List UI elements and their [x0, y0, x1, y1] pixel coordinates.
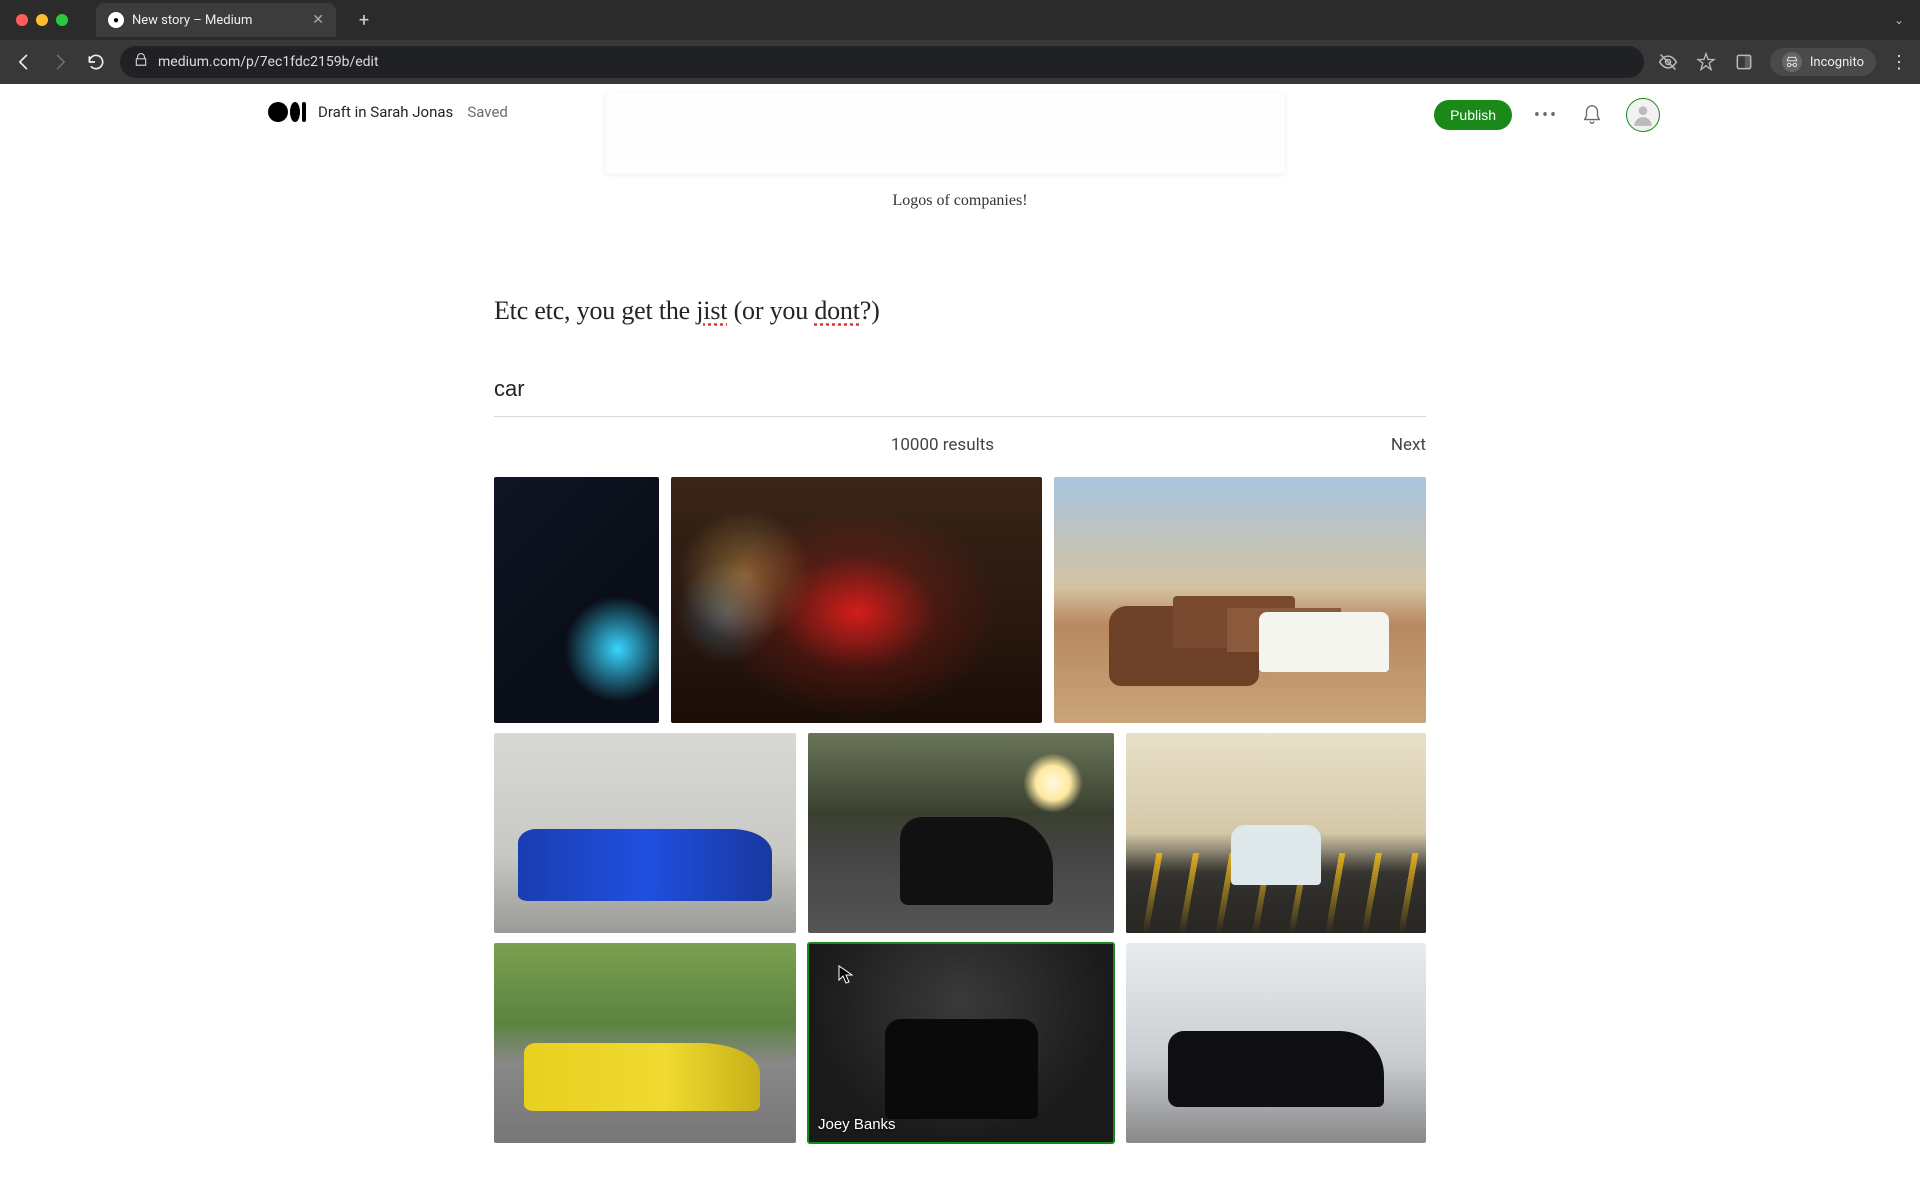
- address-bar[interactable]: medium.com/p/7ec1fdc2159b/edit: [120, 46, 1644, 78]
- gallery-image[interactable]: [1126, 733, 1426, 933]
- cursor-icon: [838, 965, 854, 985]
- tab-title: New story – Medium: [132, 13, 252, 28]
- image-gallery: Joey Banks: [494, 477, 1426, 1143]
- tabs-overflow-button[interactable]: ⌄: [1894, 13, 1904, 27]
- browser-chrome: New story – Medium ✕ + ⌄ medium.com/p/7e…: [0, 0, 1920, 84]
- extensions-icon[interactable]: [1732, 50, 1756, 74]
- gallery-image-hovered[interactable]: Joey Banks: [808, 943, 1114, 1143]
- gallery-image[interactable]: [1054, 477, 1426, 723]
- new-tab-button[interactable]: +: [350, 6, 378, 34]
- back-button[interactable]: [12, 50, 36, 74]
- forward-button[interactable]: [48, 50, 72, 74]
- title-bar: New story – Medium ✕ + ⌄: [0, 0, 1920, 40]
- incognito-badge[interactable]: Incognito: [1770, 48, 1876, 76]
- image-credit: Joey Banks: [818, 1116, 896, 1133]
- toolbar-right: Incognito ⋮: [1656, 48, 1908, 76]
- browser-tab[interactable]: New story – Medium ✕: [96, 3, 336, 37]
- lock-icon: [134, 53, 148, 71]
- bookmark-star-icon[interactable]: [1694, 50, 1718, 74]
- gallery-image[interactable]: [494, 943, 796, 1143]
- gallery-image[interactable]: [808, 733, 1114, 933]
- browser-menu-button[interactable]: ⋮: [1890, 52, 1908, 73]
- results-bar: 10000 results Next: [494, 435, 1426, 455]
- maximize-window-button[interactable]: [56, 14, 68, 26]
- tab-favicon: [108, 12, 124, 28]
- spell-error: jist: [696, 296, 727, 325]
- editor: Logos of companies! Etc etc, you get the…: [0, 84, 1920, 1143]
- gallery-image[interactable]: [671, 477, 1042, 723]
- close-window-button[interactable]: [16, 14, 28, 26]
- results-count: 10000 results: [494, 435, 1391, 455]
- next-button[interactable]: Next: [1391, 435, 1426, 455]
- reload-button[interactable]: [84, 50, 108, 74]
- window-controls: [16, 14, 68, 26]
- gallery-image[interactable]: [494, 477, 659, 723]
- browser-toolbar: medium.com/p/7ec1fdc2159b/edit Incognito…: [0, 40, 1920, 84]
- minimize-window-button[interactable]: [36, 14, 48, 26]
- image-placeholder[interactable]: [605, 92, 1285, 174]
- eye-off-icon[interactable]: [1656, 50, 1680, 74]
- image-caption[interactable]: Logos of companies!: [892, 192, 1027, 210]
- spell-error: dont: [814, 296, 859, 325]
- page-viewport: Draft in Sarah Jonas Saved Publish ••• L…: [0, 84, 1920, 1200]
- search-divider: [494, 416, 1426, 417]
- incognito-icon: [1782, 52, 1802, 72]
- body-text[interactable]: Etc etc, you get the jist (or you dont?): [494, 296, 1426, 326]
- gallery-image[interactable]: [1126, 943, 1426, 1143]
- incognito-label: Incognito: [1810, 55, 1864, 70]
- image-search-row: car: [494, 376, 1426, 416]
- tab-close-button[interactable]: ✕: [312, 12, 324, 28]
- url-text: medium.com/p/7ec1fdc2159b/edit: [158, 54, 379, 70]
- gallery-image[interactable]: [494, 733, 796, 933]
- image-search-input[interactable]: car: [494, 376, 1426, 416]
